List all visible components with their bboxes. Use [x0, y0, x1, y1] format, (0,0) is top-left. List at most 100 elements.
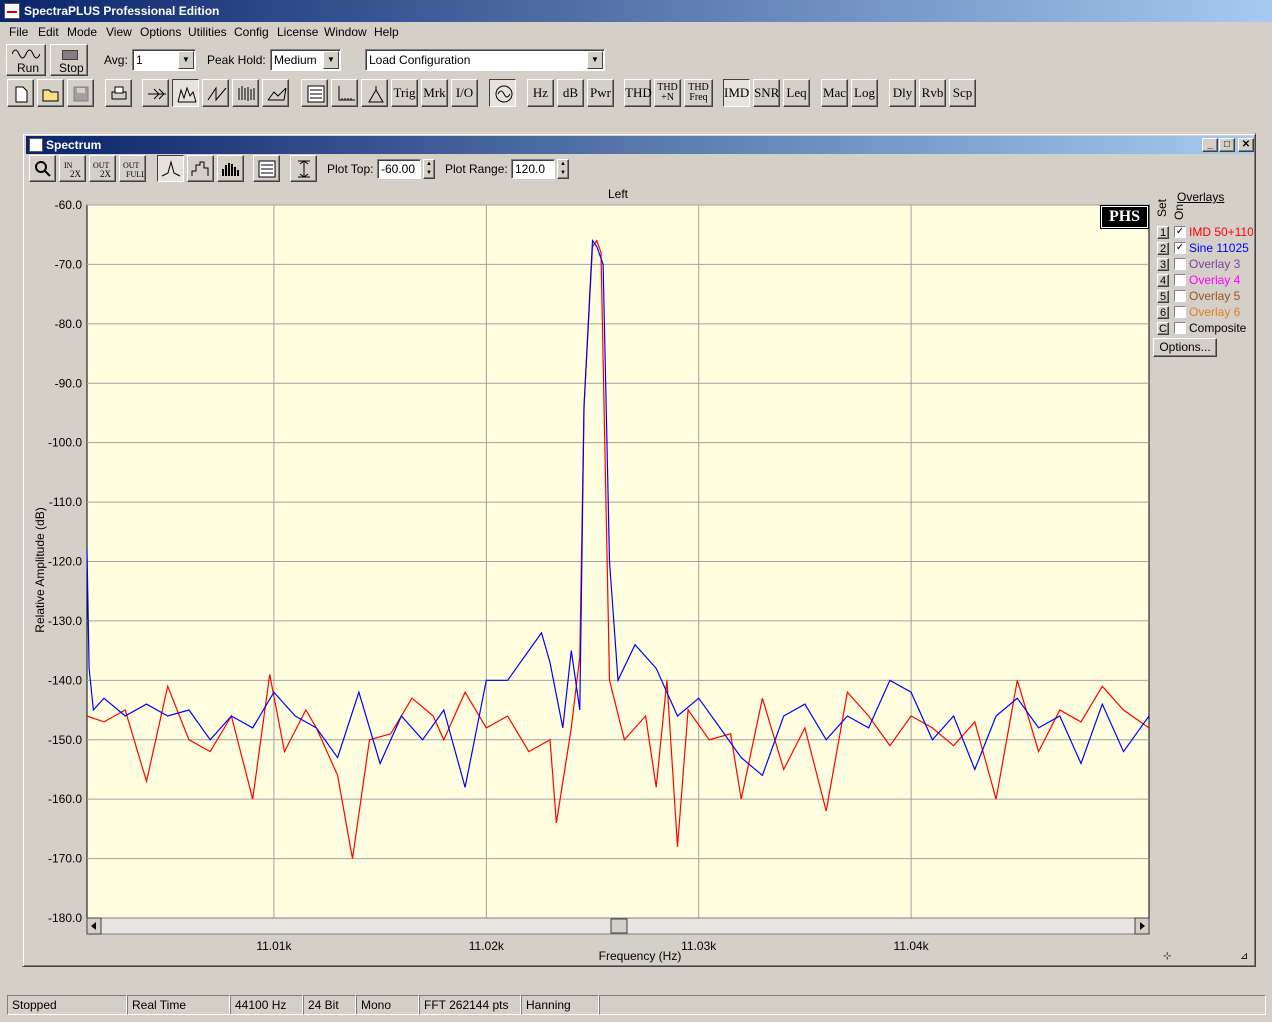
- plot-range-input[interactable]: 120.0: [511, 159, 555, 179]
- peak-hold-label: Peak Hold:: [207, 53, 266, 67]
- menu-config[interactable]: Config: [234, 22, 269, 42]
- overlay-set-1[interactable]: 1: [1157, 226, 1169, 239]
- menu-mode[interactable]: Mode: [67, 22, 97, 42]
- chevron-down-icon[interactable]: ▼: [178, 51, 194, 69]
- thd-n-button[interactable]: THD +N: [654, 79, 681, 107]
- overlay-set-C[interactable]: C: [1157, 322, 1169, 335]
- overlay-options-button[interactable]: Options...: [1153, 338, 1217, 357]
- menu-license[interactable]: License: [277, 22, 318, 42]
- mrk-button[interactable]: Mrk: [421, 79, 448, 107]
- y-tick-label: -70.0: [55, 257, 83, 271]
- menu-view[interactable]: View: [106, 22, 132, 42]
- app-icon[interactable]: [4, 3, 20, 19]
- plot-range-spinner[interactable]: ▲ ▼: [557, 159, 569, 179]
- overlay-checkbox-3[interactable]: [1174, 258, 1186, 270]
- overlay-set-2[interactable]: 2: [1157, 242, 1169, 255]
- trig-button[interactable]: Trig: [391, 79, 418, 107]
- peak-hold-combo[interactable]: Medium ▼: [270, 49, 341, 71]
- overlay-set-4[interactable]: 4: [1157, 274, 1169, 287]
- resize-grip-icon[interactable]: ⊿: [1240, 952, 1250, 962]
- thd-freq-button[interactable]: THD Freq: [684, 79, 713, 107]
- line-plot-button[interactable]: [157, 155, 184, 182]
- overlay-set-3[interactable]: 3: [1157, 258, 1169, 271]
- io-button[interactable]: I/O: [451, 79, 478, 107]
- zoom-button[interactable]: [29, 155, 56, 182]
- thd-button[interactable]: THD: [624, 79, 652, 107]
- app-title-bar: SpectraPLUS Professional Edition: [0, 0, 1272, 22]
- maximize-button[interactable]: □: [1219, 138, 1235, 152]
- fast-forward-button[interactable]: [142, 79, 169, 107]
- magnifier-icon: [35, 161, 51, 177]
- config-combo[interactable]: Load Configuration ▼: [365, 49, 605, 71]
- dly-button[interactable]: Dly: [889, 79, 916, 107]
- log-button[interactable]: Log: [851, 79, 878, 107]
- expand-icon[interactable]: ⊹: [1163, 952, 1173, 962]
- signal-generator-button[interactable]: [489, 79, 516, 107]
- spectrum-chart[interactable]: -60.0 -70.0 -80.0 -90.0 -100.0 -110.0 -120.0 -1…: [24, 183, 1154, 965]
- overlay-checkbox-C[interactable]: [1174, 322, 1186, 334]
- 3d-surface-button[interactable]: [262, 79, 289, 107]
- scroll-thumb[interactable]: [610, 918, 628, 934]
- chevron-down-icon[interactable]: ▼: [323, 51, 339, 69]
- overlay-checkbox-5[interactable]: [1174, 290, 1186, 302]
- zoom-out-full-button[interactable]: OUT FULL: [119, 155, 146, 182]
- menu-help[interactable]: Help: [374, 22, 399, 42]
- leq-button[interactable]: Leq: [783, 79, 810, 107]
- vertical-scale-icon: [298, 160, 310, 178]
- snr-button[interactable]: SNR: [753, 79, 780, 107]
- overlay-set-6[interactable]: 6: [1157, 306, 1169, 319]
- svg-text:OUT: OUT: [123, 161, 140, 170]
- minimize-button[interactable]: _: [1202, 138, 1218, 152]
- menu-edit[interactable]: Edit: [38, 22, 59, 42]
- calibration-button[interactable]: [361, 79, 388, 107]
- menu-file[interactable]: File: [9, 22, 28, 42]
- overlay-label-3: Overlay 3: [1189, 257, 1241, 271]
- pwr-button[interactable]: Pwr: [587, 79, 614, 107]
- save-button[interactable]: [67, 79, 94, 107]
- octave-plot-button[interactable]: [217, 155, 244, 182]
- overlay-set-5[interactable]: 5: [1157, 290, 1169, 303]
- run-button[interactable]: Run: [6, 44, 46, 76]
- plot-settings-button[interactable]: [253, 155, 280, 182]
- db-button[interactable]: dB: [557, 79, 584, 107]
- overlay-checkbox-4[interactable]: [1174, 274, 1186, 286]
- y-tick-label: -90.0: [55, 376, 83, 390]
- overlay-checkbox-6[interactable]: [1174, 306, 1186, 318]
- menu-options[interactable]: Options: [140, 22, 181, 42]
- menu-utilities[interactable]: Utilities: [188, 22, 227, 42]
- time-series-button[interactable]: [202, 79, 229, 107]
- y-tick-label: -150.0: [48, 733, 82, 747]
- zoom-out-full-icon: OUTFULL: [123, 161, 144, 179]
- close-button[interactable]: ✕: [1238, 138, 1254, 152]
- bar-plot-button[interactable]: [187, 155, 214, 182]
- imd-button[interactable]: IMD: [723, 79, 750, 107]
- plot-top-input[interactable]: -60.00: [377, 159, 421, 179]
- print-button[interactable]: [105, 79, 132, 107]
- mac-button[interactable]: Mac: [821, 79, 848, 107]
- new-button[interactable]: [7, 79, 34, 107]
- avg-combo[interactable]: 1 ▼: [132, 49, 196, 71]
- octave-bars-icon: [222, 163, 239, 176]
- overlay-checkbox-2[interactable]: ✓: [1174, 242, 1186, 254]
- stop-label: Stop: [59, 61, 84, 75]
- plot-top-spinner[interactable]: ▲ ▼: [423, 159, 435, 179]
- set-header: Set: [1155, 198, 1169, 217]
- hz-button[interactable]: Hz: [527, 79, 554, 107]
- axis-button[interactable]: [331, 79, 358, 107]
- overlay-checkbox-1[interactable]: ✓: [1174, 226, 1186, 238]
- spectrogram-button[interactable]: [232, 79, 259, 107]
- zoom-in-2x-icon: IN2X: [64, 161, 82, 179]
- rvb-button[interactable]: Rvb: [919, 79, 946, 107]
- scp-button[interactable]: Scp: [949, 79, 976, 107]
- menu-window[interactable]: Window: [324, 22, 367, 42]
- settings-button[interactable]: [301, 79, 328, 107]
- chevron-down-icon[interactable]: ▼: [587, 51, 603, 69]
- config-value: Load Configuration: [369, 53, 471, 67]
- zoom-out-2x-button[interactable]: OUT 2X: [89, 155, 116, 182]
- spectrum-window-icon[interactable]: [29, 138, 43, 152]
- open-button[interactable]: [37, 79, 64, 107]
- scale-button[interactable]: [290, 155, 317, 182]
- stop-button[interactable]: Stop: [50, 44, 88, 76]
- spectrum-mode-button[interactable]: [172, 79, 199, 107]
- zoom-in-2x-button[interactable]: IN 2X: [59, 155, 86, 182]
